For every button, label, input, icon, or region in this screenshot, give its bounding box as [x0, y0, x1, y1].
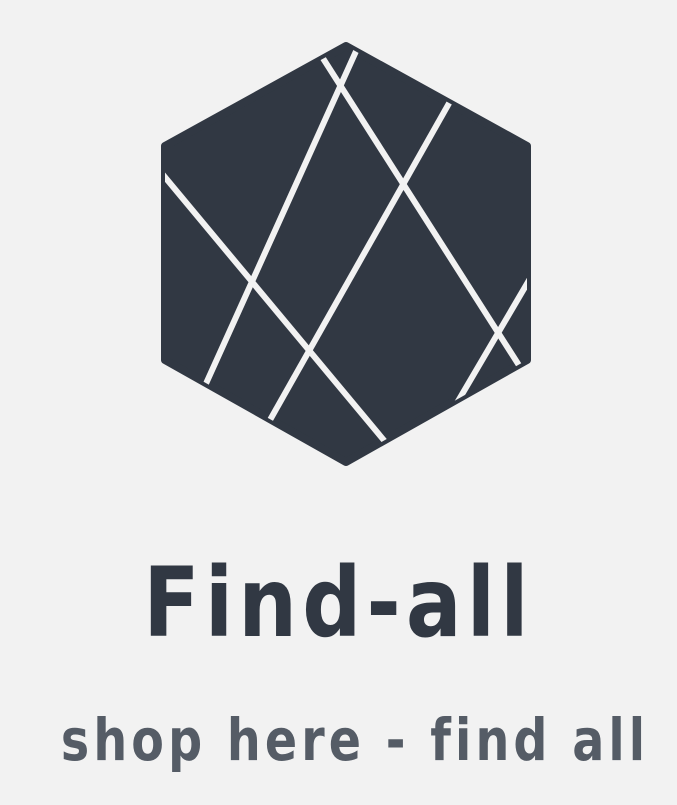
logo-page: Find-all shop here - find all [0, 0, 677, 805]
brand-name: Find-all [143, 547, 534, 659]
hexagon-geometric-lines-icon [161, 42, 531, 466]
hexagon-shape [161, 42, 531, 466]
brand-tagline: shop here - find all [60, 706, 650, 774]
